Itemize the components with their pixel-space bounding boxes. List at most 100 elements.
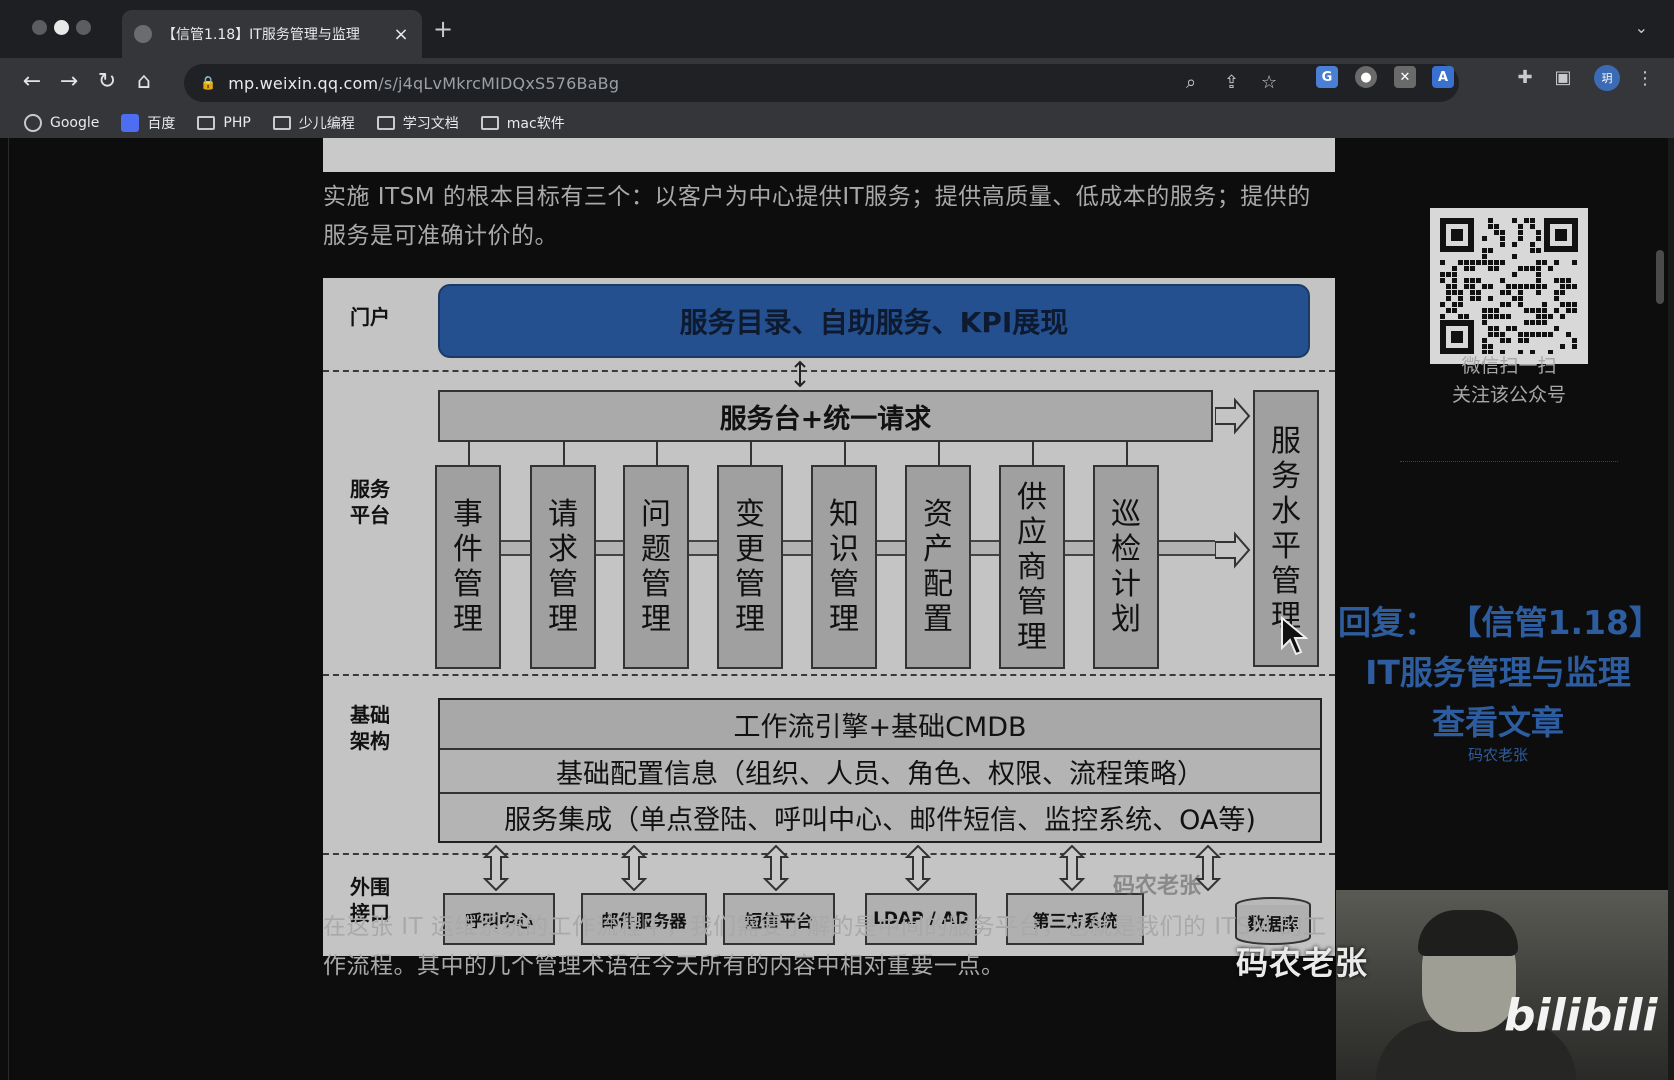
webcam-overlay: bilibili <box>1336 890 1668 1080</box>
zoom-icon[interactable]: ⌕ <box>1186 72 1196 93</box>
promo-line-3: 查看文章 <box>1432 703 1564 742</box>
article-paragraph-2: 在这张 IT 运维系统的工作流程中，我们需要了解的是中间的服务平台，也就是我们的… <box>323 914 1327 979</box>
screen: 【信管1.18】IT服务管理与监理 × + ⌄ ← → ↻ ⌂ 🔒 mp.wei… <box>0 0 1674 1080</box>
extensions-puzzle-icon[interactable]: ✚ <box>1514 66 1536 88</box>
process-box: 变更管理 <box>717 465 783 669</box>
previous-image-fragment <box>323 138 1335 172</box>
tab-search-chevron-icon[interactable]: ⌄ <box>1635 18 1648 37</box>
tab-bar: 【信管1.18】IT服务管理与监理 × + ⌄ <box>0 0 1674 58</box>
extension-a-icon[interactable]: A <box>1432 66 1454 88</box>
bookmark-label: 百度 <box>147 116 176 132</box>
active-tab[interactable]: 【信管1.18】IT服务管理与监理 × <box>122 10 422 58</box>
extension-x-icon[interactable]: ✕ <box>1394 66 1416 88</box>
connector-line <box>656 442 658 465</box>
bilibili-logo: bilibili <box>1504 990 1658 1041</box>
address-bar[interactable]: 🔒 mp.weixin.qq.com/s/j4qLvMkrcMIDQxS576B… <box>184 64 1459 102</box>
process-box: 巡检计划 <box>1093 465 1159 669</box>
connector-line <box>844 442 846 465</box>
process-box: 知识管理 <box>811 465 877 669</box>
connector-line <box>468 442 470 465</box>
translate-extension-icon[interactable]: G <box>1316 66 1338 88</box>
process-box: 资产配置 <box>905 465 971 669</box>
bookmarks-bar: Google 百度 PHP 少儿编程 学习文档 mac软件 <box>0 108 1674 138</box>
bookmark-star-icon[interactable]: ☆ <box>1261 72 1277 93</box>
baidu-icon <box>121 114 140 132</box>
connector-line <box>1126 442 1128 465</box>
google-icon <box>24 114 42 132</box>
share-icon[interactable]: ⇪ <box>1224 72 1239 93</box>
arrow-right-icon <box>1215 397 1251 435</box>
mouse-cursor-icon <box>1281 616 1308 656</box>
connector-line <box>750 442 752 465</box>
wechat-favicon-icon <box>134 25 152 43</box>
bookmark-mac-software[interactable]: mac软件 <box>480 113 565 133</box>
minimize-window-button[interactable] <box>54 20 69 35</box>
bookmark-label: Google <box>50 115 100 131</box>
connector-line <box>938 442 940 465</box>
infra-row-workflow: 工作流引擎+基础CMDB <box>440 700 1320 750</box>
profile-avatar[interactable]: 玥 <box>1594 65 1620 91</box>
folder-icon <box>376 116 395 130</box>
bookmark-kids-coding[interactable]: 少儿编程 <box>272 113 355 133</box>
folder-icon <box>272 116 291 130</box>
page-content: 实施 ITSM 的根本目标有三个：以客户为中心提供IT服务；提供高质量、低成本的… <box>0 138 1668 1080</box>
connector-line <box>1032 442 1034 465</box>
url-host: mp.weixin.qq.com <box>228 73 379 93</box>
presenter-hair <box>1418 910 1518 956</box>
menu-kebab-icon[interactable]: ⋮ <box>1636 68 1654 89</box>
connector-line <box>563 442 565 465</box>
lock-icon[interactable]: 🔒 <box>200 76 216 91</box>
reload-icon[interactable]: ↻ <box>93 69 121 94</box>
bookmark-study-docs[interactable]: 学习文档 <box>376 113 459 133</box>
bookmark-php[interactable]: PHP <box>197 115 251 131</box>
folder-icon <box>197 116 216 130</box>
bookmark-label: mac软件 <box>506 116 565 132</box>
toolbar: ← → ↻ ⌂ 🔒 mp.weixin.qq.com/s/j4qLvMkrcMI… <box>0 58 1674 108</box>
bookmark-label: 学习文档 <box>402 116 459 132</box>
promo-line-2: IT服务管理与监理 <box>1365 653 1631 692</box>
maximize-window-button[interactable] <box>76 20 91 35</box>
home-icon[interactable]: ⌂ <box>130 69 158 94</box>
streamer-name: 码农老张 <box>1236 944 1369 982</box>
bookmark-baidu[interactable]: 百度 <box>121 113 175 133</box>
close-tab-icon[interactable]: × <box>392 24 410 45</box>
process-box: 请求管理 <box>530 465 596 669</box>
double-arrow-icon <box>905 845 931 891</box>
tab-title: 【信管1.18】IT服务管理与监理 <box>162 27 360 43</box>
new-tab-button[interactable]: + <box>433 15 453 43</box>
process-box: 事件管理 <box>435 465 501 669</box>
back-icon[interactable]: ← <box>18 69 46 94</box>
divider <box>8 138 9 1080</box>
qr-caption-1: 微信扫一扫 <box>1461 355 1557 377</box>
double-arrow-icon <box>794 360 806 388</box>
extension-circle-icon[interactable]: ● <box>1355 66 1377 88</box>
double-arrow-icon <box>483 845 509 891</box>
article-paragraph-1: 实施 ITSM 的根本目标有三个：以客户为中心提供IT服务；提供高质量、低成本的… <box>323 184 1311 249</box>
scrollbar-thumb[interactable] <box>1656 250 1664 304</box>
qr-code <box>1430 208 1588 364</box>
zone-label-service-platform: 服务平台 <box>350 477 390 527</box>
infra-row-config: 基础配置信息（组织、人员、角色、权限、流程策略） <box>440 750 1320 794</box>
process-box: 问题管理 <box>623 465 689 669</box>
close-window-button[interactable] <box>32 20 47 35</box>
divider <box>1400 461 1618 462</box>
forward-icon[interactable]: → <box>55 69 83 94</box>
side-panel-icon[interactable]: ▣ <box>1552 66 1574 88</box>
bookmark-google[interactable]: Google <box>24 114 99 132</box>
zone-label-infrastructure: 基础架构 <box>350 703 390 753</box>
bookmark-label: PHP <box>223 115 251 131</box>
qr-caption-2: 关注该公众号 <box>1451 384 1566 406</box>
service-desk-bar: 服务台+统一请求 <box>438 390 1213 442</box>
zone-label-portal: 门户 <box>350 305 390 329</box>
portal-bar: 服务目录、自助服务、KPI展现 <box>438 284 1310 358</box>
process-box: 供应商管理 <box>999 465 1065 669</box>
promo-line-1: 回复： 【信管1.18】 <box>1338 603 1662 642</box>
infrastructure-box: 工作流引擎+基础CMDB 基础配置信息（组织、人员、角色、权限、流程策略） 服务… <box>438 698 1322 843</box>
zone-separator <box>323 853 1335 855</box>
folder-icon <box>480 116 499 130</box>
bookmark-label: 少儿编程 <box>298 116 355 132</box>
zone-separator <box>323 370 1335 372</box>
url-text: mp.weixin.qq.com/s/j4qLvMkrcMIDQxS576BaB… <box>228 74 619 93</box>
diagram-watermark: 码农老张 <box>1113 874 1202 899</box>
double-arrow-icon <box>763 845 789 891</box>
